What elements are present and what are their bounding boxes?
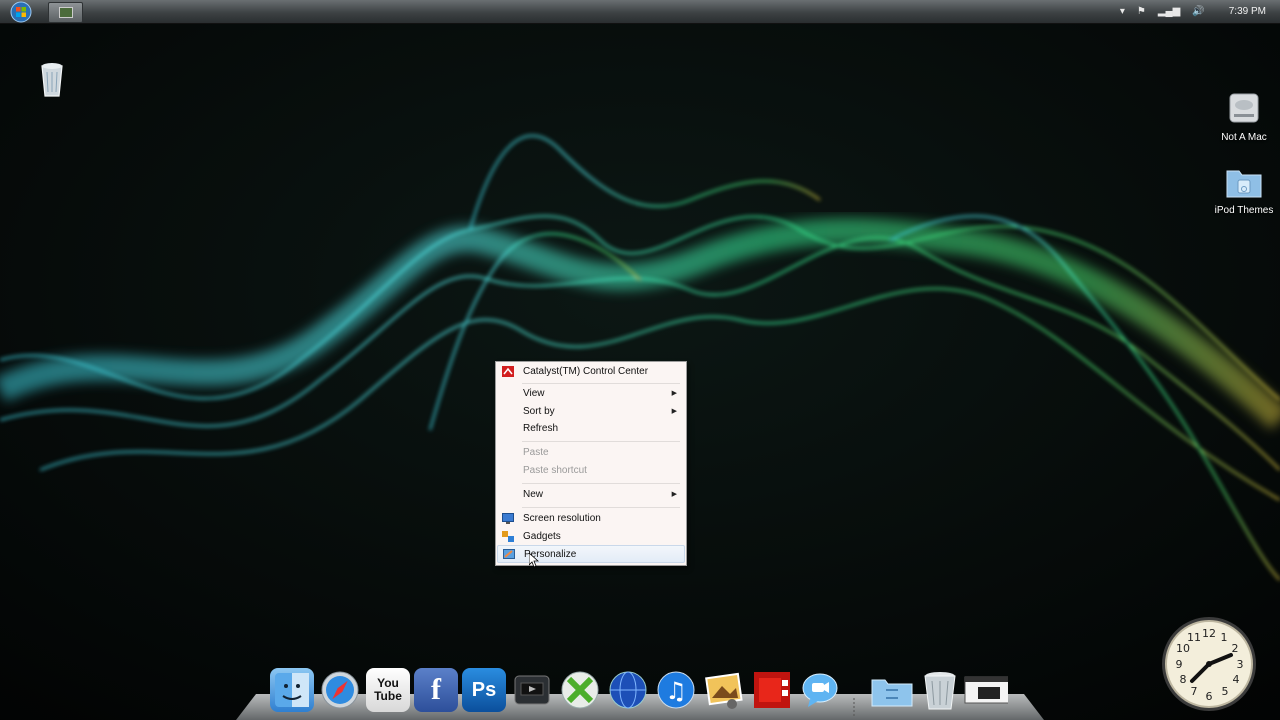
clock-numeral: 11: [1187, 631, 1201, 644]
system-tray: ▾ ⚑ ▂▄▆ 🔊 7:39 PM: [1114, 0, 1280, 23]
chevron-up-icon[interactable]: ▾: [1120, 6, 1125, 17]
taskbar-window-button[interactable]: [48, 2, 83, 23]
desktop-icon-not-a-mac[interactable]: Not A Mac: [1209, 90, 1279, 143]
taskbar-clock[interactable]: 7:39 PM: [1229, 6, 1266, 17]
folder-icon: [1226, 170, 1262, 198]
itunes-icon: ♫: [657, 671, 695, 709]
submenu-arrow-icon: ▶: [671, 491, 677, 498]
dock-app-ichat[interactable]: [798, 668, 842, 712]
desktop-context-menu: Catalyst(TM) Control Center View ▶ Sort …: [495, 361, 687, 566]
monitor-icon: [502, 513, 514, 524]
dock-app-photoshop[interactable]: Ps: [462, 668, 506, 712]
dock-app-trash[interactable]: [918, 668, 962, 712]
clock-numeral: 7: [1191, 685, 1198, 698]
show-desktop-icon: [964, 676, 1008, 704]
menu-item-catalyst-control-center[interactable]: Catalyst(TM) Control Center: [497, 363, 685, 381]
dock-app-youtube[interactable]: You Tube: [366, 668, 410, 712]
start-button[interactable]: [6, 1, 36, 23]
menu-item-label: Gadgets: [523, 531, 561, 542]
desktop-wallpaper[interactable]: [0, 0, 1280, 720]
globe-icon: [609, 671, 647, 709]
menu-item-label: Screen resolution: [523, 513, 601, 524]
dock-app-browser-globe[interactable]: [606, 668, 650, 712]
photoshop-logo-icon: Ps: [471, 678, 497, 701]
iphoto-icon: [705, 672, 743, 709]
volume-icon[interactable]: 🔊: [1192, 6, 1204, 17]
dock-app-show-desktop[interactable]: [964, 668, 1008, 712]
gadgets-icon: [502, 531, 514, 542]
ichat-icon: [802, 673, 838, 707]
flag-icon[interactable]: ⚑: [1137, 6, 1146, 17]
menu-item-new[interactable]: New ▶: [497, 486, 685, 504]
recycle-bin[interactable]: [17, 58, 87, 101]
menu-item-label: Refresh: [523, 423, 559, 434]
dock-app-itunes[interactable]: ♫: [654, 668, 698, 712]
clock-numeral: 8: [1180, 673, 1187, 686]
menu-item-gadgets[interactable]: Gadgets: [497, 528, 685, 546]
taskbar: ▾ ⚑ ▂▄▆ 🔊 7:39 PM: [0, 0, 1280, 24]
menu-separator: [522, 383, 680, 384]
clock-numeral: 3: [1237, 658, 1244, 671]
finder-icon: [275, 673, 309, 707]
clock-numeral: 12: [1202, 627, 1216, 640]
menu-item-label: Sort by: [523, 406, 555, 417]
menu-item-label: New: [523, 489, 544, 500]
menu-item-sort-by[interactable]: Sort by ▶: [497, 403, 685, 421]
clock-numeral: 5: [1222, 685, 1229, 698]
dock-app-finder[interactable]: [270, 668, 314, 712]
desktop-icon-label: iPod Themes: [1214, 205, 1274, 216]
menu-item-view[interactable]: View ▶: [497, 385, 685, 403]
safari-compass-icon: [321, 671, 359, 709]
window-thumbnail-icon: [58, 7, 73, 18]
clock-numeral: 6: [1206, 690, 1213, 703]
recycle-bin-icon: [41, 63, 63, 97]
desktop-icon-ipod-themes[interactable]: iPod Themes: [1209, 165, 1279, 216]
menu-item-screen-resolution[interactable]: Screen resolution: [497, 510, 685, 528]
clock-numeral: 2: [1232, 642, 1239, 655]
dock-app-front-row[interactable]: [510, 668, 554, 712]
dock-app-safari[interactable]: [318, 668, 362, 712]
clock-numeral: 4: [1233, 673, 1240, 686]
menu-item-paste-shortcut: Paste shortcut: [497, 462, 685, 480]
menu-separator: [522, 441, 680, 442]
desktop-icon-label: Not A Mac: [1221, 132, 1267, 143]
network-icon[interactable]: ▂▄▆: [1158, 6, 1180, 17]
windows-logo-icon: [10, 1, 32, 23]
clock-gadget[interactable]: 12 1 2 3 4 5 6 7 8 9 10 11: [1160, 615, 1258, 713]
itunes-note-text: ♫: [665, 677, 687, 705]
menu-item-refresh[interactable]: Refresh: [497, 420, 685, 438]
menu-item-label: Paste shortcut: [523, 465, 587, 476]
submenu-arrow-icon: ▶: [671, 390, 677, 397]
menu-separator: [522, 483, 680, 484]
youtube-logo-icon: You Tube: [374, 676, 402, 703]
menu-item-label: Paste: [523, 447, 549, 458]
facebook-logo-icon: f: [431, 673, 441, 706]
personalize-icon: [503, 549, 515, 559]
dock-app-downloads-folder[interactable]: [870, 668, 914, 712]
dock-app-facebook[interactable]: f: [414, 668, 458, 712]
clock-numeral: 9: [1176, 658, 1183, 671]
folder-icon: [871, 679, 913, 707]
dock-app-xbox[interactable]: [558, 668, 602, 712]
dock-app-iphoto[interactable]: [702, 668, 746, 712]
xbox-icon: [561, 671, 599, 709]
photo-booth-icon: [754, 672, 790, 708]
mouse-cursor-icon: [529, 553, 539, 568]
menu-separator: [522, 507, 680, 508]
menu-item-label: Catalyst(TM) Control Center: [523, 366, 649, 377]
front-row-icon: [514, 675, 550, 705]
menu-item-paste: Paste: [497, 444, 685, 462]
submenu-arrow-icon: ▶: [671, 408, 677, 415]
clock-numeral: 1: [1221, 631, 1228, 644]
trash-icon: [924, 672, 956, 710]
catalyst-icon: [502, 366, 514, 377]
menu-item-personalize[interactable]: Personalize: [497, 545, 685, 563]
dock-app-photo-booth[interactable]: [750, 668, 794, 712]
menu-item-label: View: [523, 388, 545, 399]
hard-drive-icon: [1229, 93, 1259, 123]
